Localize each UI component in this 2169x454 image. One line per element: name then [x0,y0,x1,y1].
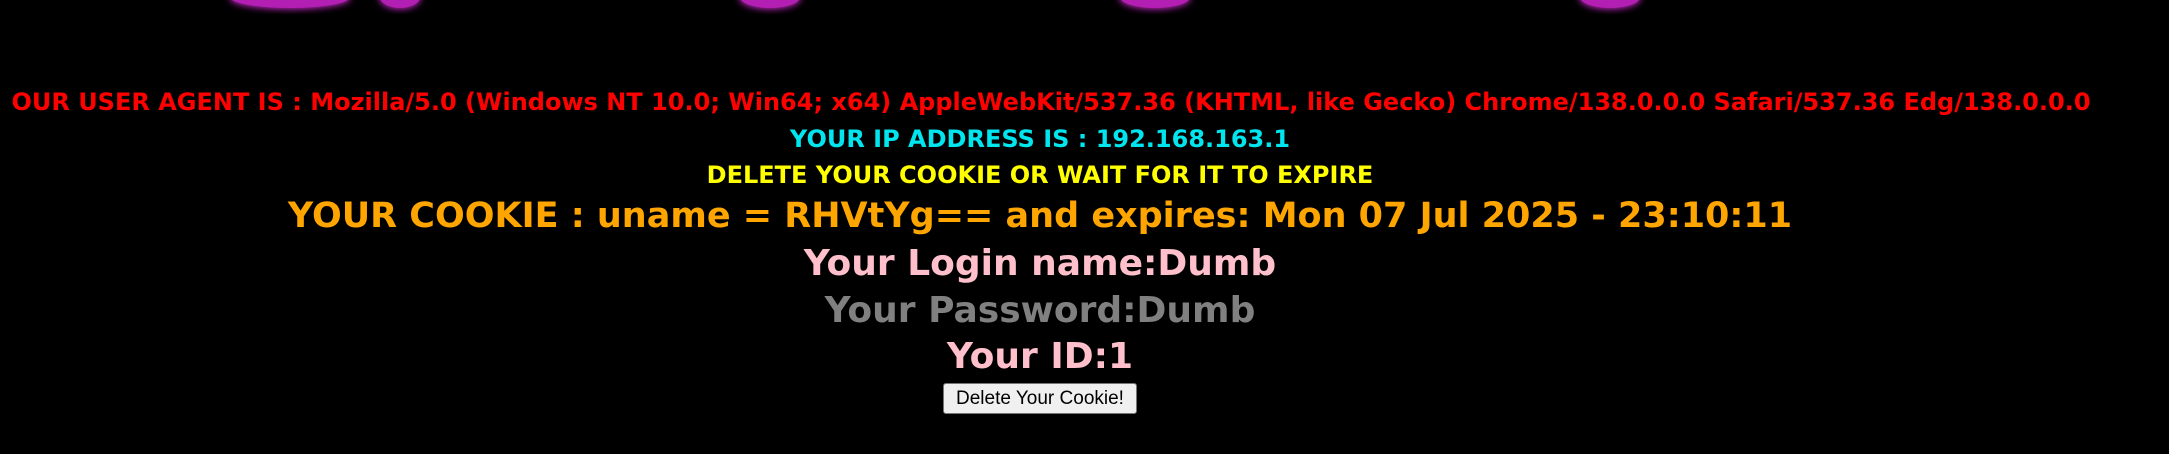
user-id-text: Your ID:1 [946,336,1134,377]
button-container: Delete Your Cookie! [0,383,2080,414]
banner-fragment [1580,0,1640,8]
password-text: Your Password:Dumb [824,290,1256,331]
cropped-banner-image [0,0,2169,14]
delete-cookie-button[interactable]: Delete Your Cookie! [943,383,1137,414]
banner-fragment [230,0,350,8]
banner-fragment [740,0,800,8]
banner-fragment [380,0,420,8]
login-name-text: Your Login name:Dumb [803,243,1277,284]
cookie-info-text: YOUR COOKIE : uname = RHVtYg== and expir… [287,196,1793,236]
ip-address-text: YOUR IP ADDRESS IS : 192.168.163.1 [789,125,1291,153]
user-agent-text: OUR USER AGENT IS : Mozilla/5.0 (Windows… [11,88,2091,116]
banner-fragment [1120,0,1190,8]
page: OUR USER AGENT IS : Mozilla/5.0 (Windows… [0,0,2169,454]
delete-cookie-message: DELETE YOUR COOKIE OR WAIT FOR IT TO EXP… [706,161,1374,189]
